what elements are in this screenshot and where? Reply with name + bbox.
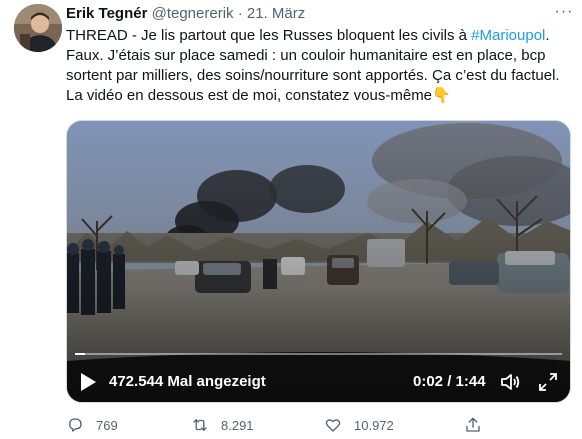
progress-fill: [75, 353, 85, 355]
tweet-actions: 769 8.291 10.972: [66, 414, 566, 436]
share-button[interactable]: [464, 414, 494, 436]
separator-dot: ·: [237, 5, 243, 22]
video-frame: [67, 121, 570, 402]
reply-count: 769: [96, 417, 118, 433]
more-icon[interactable]: ···: [552, 2, 576, 26]
retweet-icon: [193, 419, 207, 431]
reply-icon: [69, 418, 82, 432]
like-button[interactable]: 10.972: [324, 414, 394, 436]
share-icon: [466, 417, 480, 432]
play-icon[interactable]: [79, 372, 97, 392]
tweet-text-part: THREAD - Je lis partout que les Russes b…: [66, 27, 472, 44]
tweet-line-1: THREAD - Je lis partout que les Russes b…: [66, 26, 574, 46]
tweet-date[interactable]: 21. März: [247, 5, 305, 22]
like-icon: [325, 419, 341, 432]
like-count: 10.972: [354, 417, 394, 433]
video-player[interactable]: 472.544 Mal angezeigt 0:02 / 1:44: [66, 120, 571, 403]
author-name[interactable]: Erik Tegnér: [66, 5, 147, 22]
video-time: 0:02 / 1:44: [413, 373, 486, 390]
progress-track[interactable]: [75, 353, 562, 355]
tweet-line-2: Faux. J’étais sur place samedi : un coul…: [66, 47, 560, 84]
view-count: 472.544 Mal angezeigt: [109, 373, 266, 390]
reply-button[interactable]: 769: [66, 414, 118, 436]
fullscreen-icon[interactable]: [537, 371, 559, 393]
tweet-line-3: La vidéo en dessous est de moi, constate…: [66, 87, 451, 104]
tweet-text: THREAD - Je lis partout que les Russes b…: [66, 26, 574, 106]
video-controls: 472.544 Mal angezeigt 0:02 / 1:44: [67, 367, 570, 397]
tweet-header: Erik Tegnér @tegnererik · 21. März: [66, 4, 305, 24]
author-handle[interactable]: @tegnererik: [152, 5, 234, 22]
avatar[interactable]: [14, 4, 62, 52]
volume-icon[interactable]: [499, 371, 521, 393]
tweet: Erik Tegnér @tegnererik · 21. März ··· T…: [0, 0, 582, 439]
retweet-button[interactable]: 8.291: [191, 414, 254, 436]
tweet-text-period: .: [545, 27, 550, 44]
retweet-count: 8.291: [221, 417, 254, 433]
hashtag-link[interactable]: #Marioupol: [471, 27, 545, 44]
